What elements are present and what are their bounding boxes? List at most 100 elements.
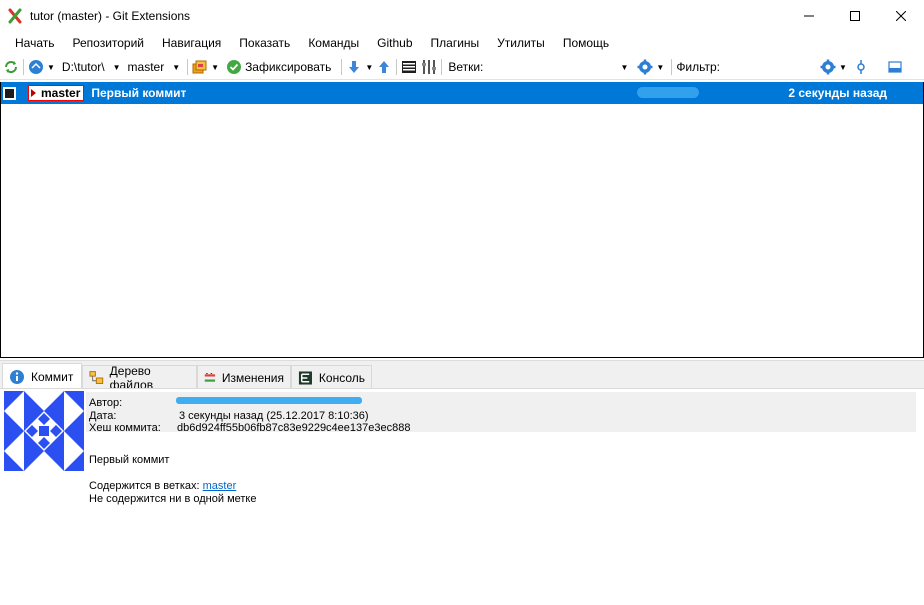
chevron-down-icon: ▼	[656, 62, 665, 72]
chevron-down-icon: ▼	[838, 62, 847, 72]
toolbar-separator	[23, 59, 24, 75]
menu-view[interactable]: Показать	[230, 33, 299, 53]
branches-filter-dropdown[interactable]: ▼	[483, 58, 633, 76]
push-button[interactable]	[376, 56, 392, 78]
tab-label: Изменения	[221, 370, 284, 385]
title-bar: tutor (master) - Git Extensions	[0, 0, 924, 31]
gear-icon	[637, 59, 653, 75]
menu-help[interactable]: Помощь	[554, 33, 618, 53]
menu-plugins[interactable]: Плагины	[422, 33, 489, 53]
minimize-icon	[804, 15, 814, 16]
commit-label: Зафиксировать	[245, 60, 332, 74]
panel-icon	[888, 61, 902, 73]
close-button[interactable]	[878, 0, 924, 31]
menu-repository[interactable]: Репозиторий	[64, 33, 154, 53]
chevron-down-icon: ▼	[211, 62, 220, 72]
tab-diff[interactable]: Изменения	[197, 365, 291, 389]
window-title: tutor (master) - Git Extensions	[30, 8, 191, 23]
no-tags-text: Не содержится ни в одной метке	[89, 493, 257, 505]
details-tabstrip: Коммит Дерево файлов Изменения Консоль	[0, 360, 924, 392]
minimize-button[interactable]	[786, 0, 832, 31]
arrow-down-icon	[349, 61, 360, 73]
author-avatar	[4, 391, 84, 471]
gear-icon	[820, 59, 836, 75]
toolbar-separator	[187, 59, 189, 75]
branch-tag-label: master	[41, 86, 81, 100]
maximize-icon	[850, 10, 860, 21]
commit-button[interactable]: Зафиксировать	[226, 56, 331, 78]
check-circle-icon	[227, 60, 242, 74]
tab-console[interactable]: Консоль	[291, 365, 372, 389]
revision-message: Первый коммит	[91, 86, 187, 100]
menu-tools[interactable]: Утилиты	[488, 33, 554, 53]
author-label: Автор:	[89, 397, 123, 409]
branches-filter-settings-button[interactable]: ▼	[637, 56, 667, 78]
revision-author-redacted	[637, 87, 699, 98]
tab-label: Коммит	[31, 370, 74, 384]
revision-date: 2 секунды назад	[788, 86, 887, 100]
branches-label: Ветки:	[448, 60, 484, 74]
tab-file-tree[interactable]: Дерево файлов	[82, 364, 197, 392]
branch-arrow-icon	[31, 89, 36, 97]
toolbar-separator	[396, 59, 398, 75]
stash-button[interactable]: ▼	[192, 56, 222, 78]
row-checkbox[interactable]	[3, 86, 16, 100]
author-value-redacted	[176, 397, 362, 404]
branch-tag-master[interactable]: master	[28, 85, 85, 101]
console-icon	[298, 370, 312, 385]
menu-navigation[interactable]: Навигация	[153, 33, 230, 53]
refresh-button[interactable]	[3, 56, 19, 78]
chevron-down-icon: ▼	[620, 62, 629, 72]
commit-details-panel: Автор: Дата: 3 секунды назад (25.12.2017…	[0, 388, 924, 605]
menu-commands[interactable]: Команды	[299, 33, 368, 53]
toolbar-separator	[341, 59, 343, 75]
terminal-icon	[402, 61, 417, 73]
date-value: 3 секунды назад (25.12.2017 8:10:36)	[179, 410, 369, 422]
toolbar-separator	[671, 59, 673, 75]
git-extensions-logo-icon	[7, 8, 23, 24]
close-icon	[896, 10, 906, 21]
filter-label: Фильтр:	[676, 60, 720, 74]
revision-grid[interactable]: master Первый коммит 2 секунды назад	[0, 82, 924, 358]
chevron-down-icon: ▼	[112, 62, 121, 72]
contains-branches: Содержится в ветках: master	[89, 480, 236, 492]
current-branch-label: master	[127, 60, 165, 74]
refresh-icon	[5, 61, 17, 73]
chevron-down-icon: ▼	[47, 62, 55, 72]
tools-icon	[422, 60, 437, 74]
toolbar: ▼ D:\tutor\ ▼ master ▼ ▼ Зафиксировать ▼	[0, 55, 924, 80]
contains-branches-label: Содержится в ветках:	[89, 480, 200, 492]
repo-path-dropdown[interactable]: D:\tutor\ ▼	[62, 56, 124, 78]
commit-node-icon	[857, 60, 865, 74]
show-first-parent-button[interactable]	[853, 56, 869, 78]
stash-icon	[192, 60, 207, 74]
settings-button[interactable]	[421, 56, 437, 78]
diff-icon	[204, 372, 216, 382]
chevron-down-icon: ▼	[172, 62, 181, 72]
filter-input[interactable]	[719, 58, 816, 76]
maximize-button[interactable]	[832, 0, 878, 31]
pull-button[interactable]: ▼	[346, 56, 376, 78]
hash-label: Хеш коммита:	[89, 422, 161, 434]
hash-value: db6d924ff55b06fb87c83e9229c4ee137e3ec888	[177, 422, 411, 434]
branch-dropdown[interactable]: master ▼	[128, 56, 184, 78]
branch-link-master[interactable]: master	[203, 480, 237, 492]
menu-github[interactable]: Github	[368, 33, 421, 53]
repo-path-label: D:\tutor\	[61, 60, 105, 74]
tab-commit[interactable]: Коммит	[2, 363, 82, 390]
menu-start[interactable]: Начать	[6, 33, 64, 53]
toggle-panel-button[interactable]	[887, 56, 903, 78]
arrow-up-icon	[379, 61, 390, 73]
file-tree-icon	[89, 370, 104, 384]
filter-settings-button[interactable]: ▼	[820, 56, 850, 78]
commit-header-block: Автор: Дата: 3 секунды назад (25.12.2017…	[86, 392, 916, 434]
date-label: Дата:	[89, 410, 117, 422]
commit-message: Первый коммит	[89, 454, 170, 466]
home-circle-icon	[29, 60, 43, 74]
menu-bar: Начать Репозиторий Навигация Показать Ко…	[0, 33, 924, 53]
dashboard-button[interactable]: ▼	[28, 56, 58, 78]
revision-row[interactable]: master Первый коммит 2 секунды назад	[1, 82, 923, 104]
git-bash-button[interactable]	[401, 56, 417, 78]
chevron-down-icon: ▼	[365, 62, 374, 72]
tab-label: Консоль	[318, 370, 365, 385]
